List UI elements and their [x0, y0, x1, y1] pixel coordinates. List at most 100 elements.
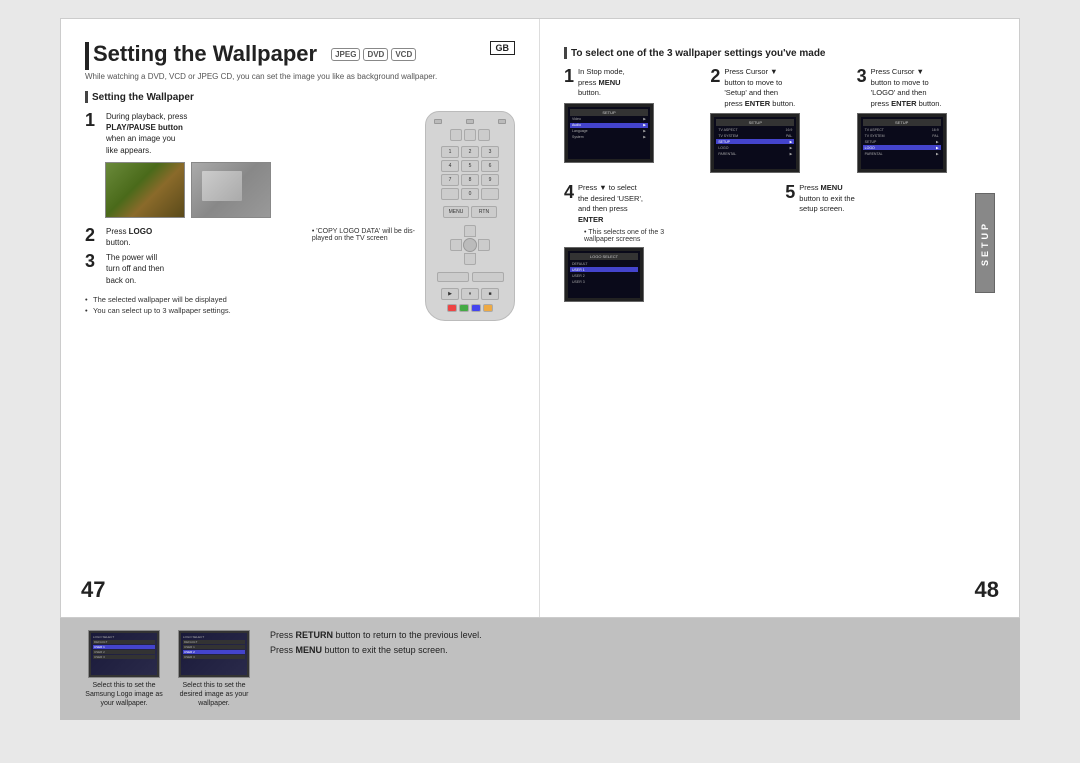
thumb-screen-1: LOGO SELECT DEFAULT USER 1 USER 2 USER 3: [88, 630, 160, 678]
tv-screen-3: SETUP TV ASPECT16:9 TV SYSTEMPAL SETUP▶ …: [857, 113, 947, 173]
setup-tab: SETUP: [975, 193, 995, 293]
remote-num-9: 9: [481, 174, 499, 186]
badge-dvd: DVD: [363, 48, 388, 61]
tv-menu-row2-3: SETUP▶: [716, 139, 794, 144]
bottom-thumb-2: LOGO SELECT DEFAULT USER 1 USER 2 USER 3…: [174, 630, 254, 708]
step-3-number: 3: [85, 252, 101, 270]
bottom-thumb-1: LOGO SELECT DEFAULT USER 1 USER 2 USER 3…: [84, 630, 164, 708]
remote-num-4: 4: [441, 160, 459, 172]
format-badges: JPEG DVD VCD: [331, 48, 416, 61]
remote-return-btn: RTN: [471, 206, 497, 218]
remote-eject-btn: [466, 119, 474, 124]
remote-func-2: [464, 129, 476, 141]
remote-dpad-up: [464, 225, 476, 237]
remote-color-row: [447, 304, 493, 312]
step-1-number: 1: [85, 111, 101, 129]
gb-badge: GB: [490, 41, 516, 55]
tv-menu-row4-4: USER 3: [570, 279, 638, 284]
tv-menu-row4-2: USER 1: [570, 267, 638, 272]
tv-menu-row2-4: LOGO▶: [716, 145, 794, 150]
step-1-text: During playback, press PLAY/PAUSE button…: [106, 111, 415, 156]
remote-dpad-left: [450, 239, 462, 251]
right-page: To select one of the 3 wallpaper setting…: [540, 19, 1019, 617]
remote-func-row: [450, 129, 490, 141]
page-container: Setting the Wallpaper JPEG DVD VCD While…: [0, 0, 1080, 763]
remote-num-6: 6: [481, 160, 499, 172]
step-3: 3 The power willturn off and thenback on…: [85, 252, 415, 286]
thumb-screen-inner-1: LOGO SELECT DEFAULT USER 1 USER 2 USER 3: [91, 633, 157, 675]
step-4-note: • This selects one of the 3wallpaper scr…: [564, 229, 664, 243]
remote-dpad: [450, 225, 490, 265]
left-content-layout: 1 During playback, press PLAY/PAUSE butt…: [85, 111, 515, 321]
right-step-4-header: 4 Press ▼ to selectthe desired 'USER',an…: [564, 183, 643, 225]
remote-func-1: [450, 129, 462, 141]
bottom-note-1: Press RETURN button to return to the pre…: [270, 630, 996, 640]
page-number-left: 47: [81, 577, 105, 603]
tv-menu-row-4: System▶: [570, 135, 648, 140]
right-step-1-number: 1: [564, 67, 574, 85]
right-step-4: 4 Press ▼ to selectthe desired 'USER',an…: [564, 183, 777, 302]
remote-misc-row: [437, 272, 504, 282]
tv-menu-title-4: LOGO SELECT: [570, 253, 638, 260]
remote-num-2: 2: [461, 146, 479, 158]
tv-menu-row4-3: USER 2: [570, 273, 638, 278]
step-2-number: 2: [85, 226, 101, 244]
right-steps-row-2: 4 Press ▼ to selectthe desired 'USER',an…: [564, 183, 995, 302]
manual-page: Setting the Wallpaper JPEG DVD VCD While…: [60, 18, 1020, 618]
page-number-right: 48: [975, 577, 999, 603]
tv-menu-row-1: Video▶: [570, 117, 648, 122]
tv-menu-1: SETUP Video▶ Audio▶ Language▶ System▶: [568, 107, 650, 159]
tv-screen-4: LOGO SELECT DEFAULT USER 1 USER 2 USER 3: [564, 247, 644, 302]
remote-func-row2: MENU RTN: [443, 206, 497, 218]
right-step-5-number: 5: [785, 183, 795, 201]
right-step-2: 2 Press Cursor ▼button to move to'Setup'…: [710, 67, 848, 173]
section-bar: [85, 91, 88, 103]
tv-menu-row4-1: DEFAULT: [570, 261, 638, 266]
remote-func-3: [478, 129, 490, 141]
copy-note: • 'COPY LOGO DATA' will be dis-played on…: [312, 228, 415, 248]
left-section-header: Setting the Wallpaper: [85, 91, 515, 103]
setup-tab-container: SETUP: [975, 183, 995, 302]
right-step-5-desc: Press MENUbutton to exit thesetup screen…: [799, 183, 854, 215]
right-step-2-header: 2 Press Cursor ▼button to move to'Setup'…: [710, 67, 795, 109]
photo-1: [105, 162, 185, 218]
remote-num-1: 1: [441, 146, 459, 158]
tv-menu-row2-1: TV ASPECT16:9: [716, 127, 794, 132]
right-step-3-header: 3 Press Cursor ▼button to move to'LOGO' …: [857, 67, 942, 109]
thumb-screen-2: LOGO SELECT DEFAULT USER 1 USER 2 USER 3: [178, 630, 250, 678]
tv-menu-row3-5: PARENTAL▶: [863, 151, 941, 156]
thumb-1-label: Select this to set the Samsung Logo imag…: [84, 681, 164, 708]
right-step-1: 1 In Stop mode,press MENUbutton. SETUP V…: [564, 67, 702, 173]
remote-color-green: [459, 304, 469, 312]
right-step-5: 5 Press MENUbutton to exit thesetup scre…: [785, 183, 963, 302]
badge-vcd: VCD: [391, 48, 416, 61]
page-title: Setting the Wallpaper JPEG DVD VCD: [93, 41, 416, 67]
right-step-3-number: 3: [857, 67, 867, 85]
steps-column: 1 During playback, press PLAY/PAUSE butt…: [85, 111, 415, 316]
remote-dpad-center: [463, 238, 477, 252]
remote-pause-btn: ⏸: [461, 288, 479, 300]
thumb-2-label: Select this to set the desired image as …: [174, 681, 254, 708]
remote-misc-1: [437, 272, 469, 282]
right-step-4-desc: Press ▼ to selectthe desired 'USER',and …: [578, 183, 643, 225]
right-section-bar: [564, 47, 567, 59]
remote-dpad-down: [464, 253, 476, 265]
remote-num-3: 3: [481, 146, 499, 158]
right-steps-row-1: 1 In Stop mode,press MENUbutton. SETUP V…: [564, 67, 995, 173]
tv-menu-row2-2: TV SYSTEMPAL: [716, 133, 794, 138]
right-step-2-number: 2: [710, 67, 720, 85]
remote-misc-2: [472, 272, 504, 282]
tv-screen-2: SETUP TV ASPECT16:9 TV SYSTEMPAL SETUP▶ …: [710, 113, 800, 173]
tv-menu-title-2: SETUP: [716, 119, 794, 126]
remote-playback-row: ▶ ⏸ ■: [441, 288, 499, 300]
step-2-text: Press LOGObutton.: [106, 226, 304, 248]
remote-stop-btn: ■: [481, 288, 499, 300]
remote-power-btn: [434, 119, 442, 124]
tv-menu-title-1: SETUP: [570, 109, 648, 116]
tv-menu-row3-4: LOGO▶: [863, 145, 941, 150]
right-section-header: To select one of the 3 wallpaper setting…: [564, 47, 995, 59]
remote-area: 1 2 3 4 5 6 7 8 9 0: [425, 111, 515, 321]
title-bar: [85, 42, 89, 70]
remote-open-btn: [498, 119, 506, 124]
remote-menu-btn: MENU: [443, 206, 469, 218]
